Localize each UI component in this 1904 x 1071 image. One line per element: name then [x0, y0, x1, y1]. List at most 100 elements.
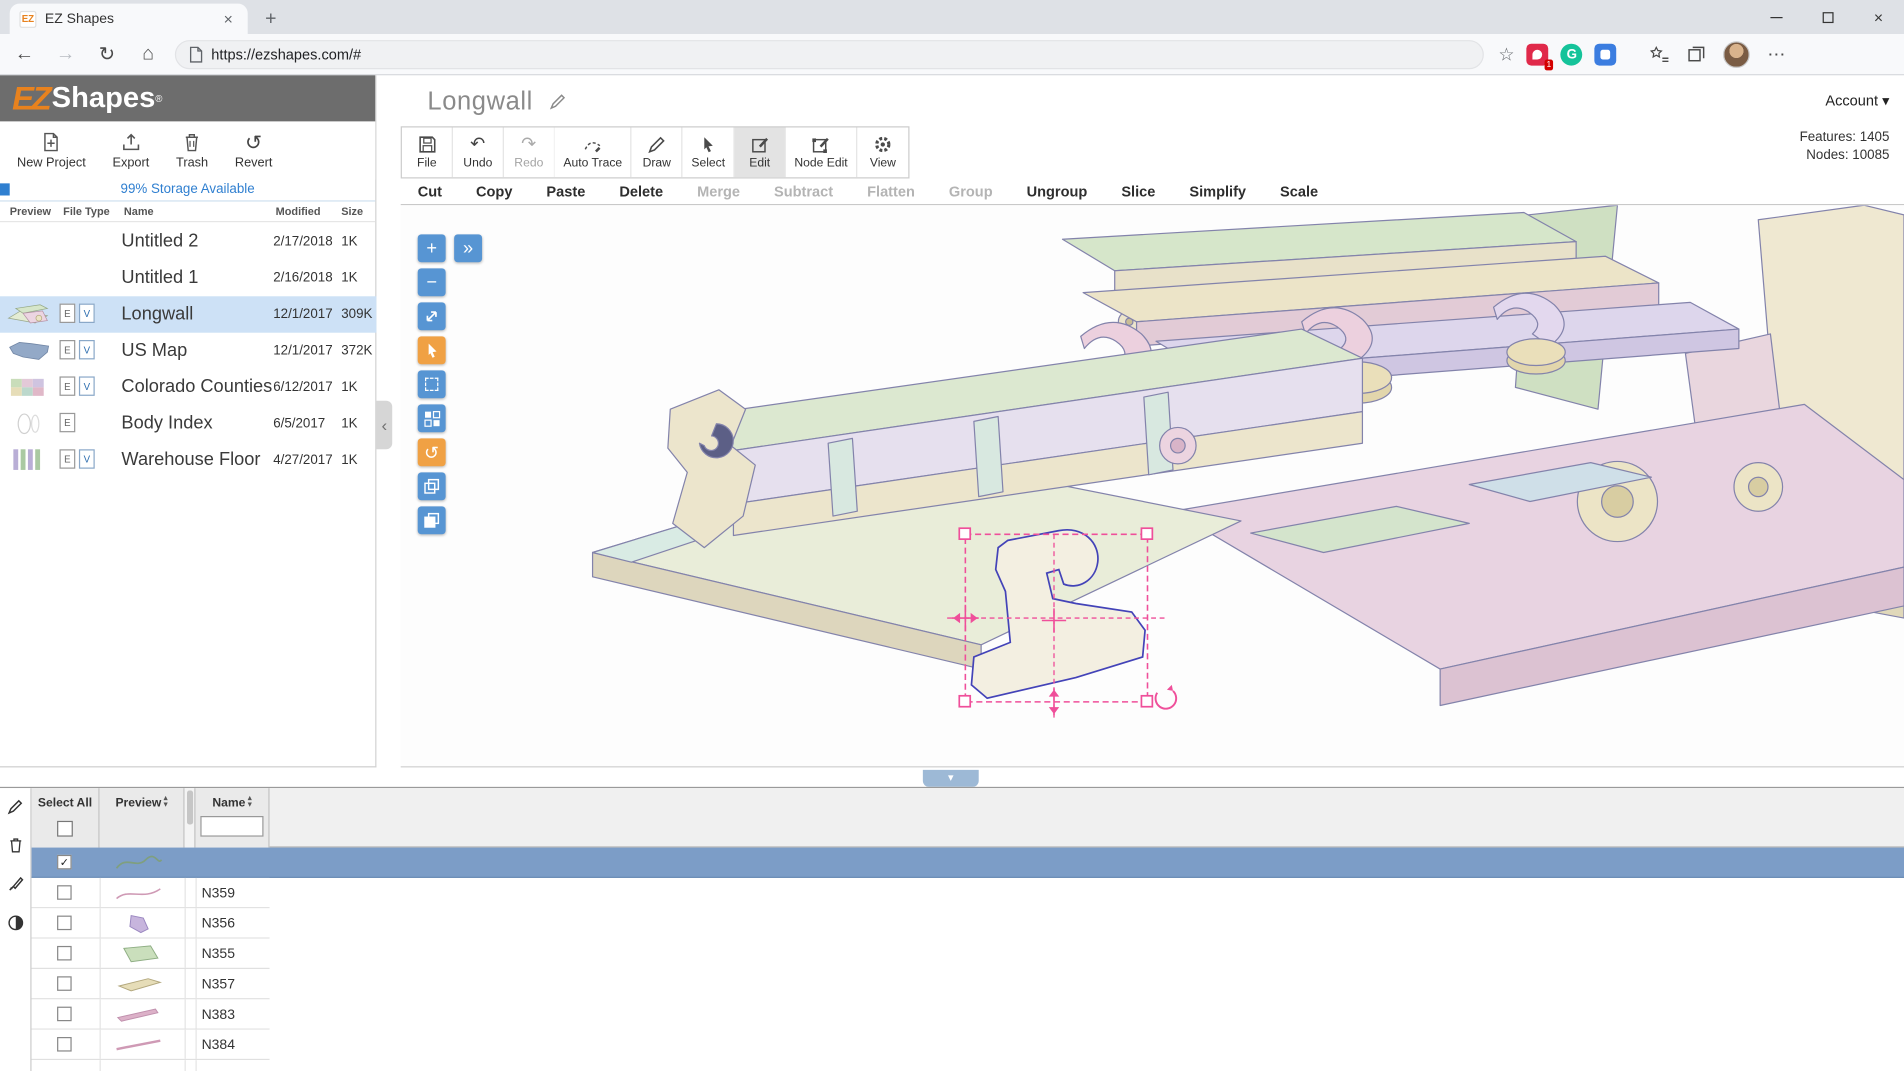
draw-button[interactable]: Draw — [632, 127, 683, 177]
adblock-extension-icon[interactable]: 1 — [1527, 43, 1549, 65]
zoom-out-button[interactable]: − — [418, 268, 446, 296]
row-checkbox[interactable]: ✓ — [57, 855, 72, 870]
file-type-v-icon: V — [79, 304, 95, 323]
logo-shapes-text: Shapes — [52, 81, 156, 115]
zoom-in-button[interactable]: + — [418, 234, 446, 262]
window-maximize-button[interactable] — [1802, 0, 1853, 34]
col-file-type[interactable]: File Type — [63, 205, 110, 217]
rename-project-button[interactable] — [549, 92, 567, 110]
feature-row[interactable]: N355 — [32, 939, 270, 969]
home-icon[interactable]: ⌂ — [131, 37, 165, 71]
row-checkbox[interactable] — [57, 946, 72, 961]
favorites-list-icon[interactable] — [1651, 44, 1670, 63]
feature-row-selected[interactable]: ✓ — [32, 848, 1904, 878]
name-filter-input[interactable] — [200, 816, 263, 837]
trash-button[interactable]: Trash — [176, 131, 208, 170]
file-row[interactable]: E Body Index 6/5/2017 1K — [0, 406, 376, 442]
file-row[interactable]: E V US Map 12/1/2017 372K — [0, 333, 376, 369]
bottom-panel-collapse-button[interactable]: ▾ — [923, 770, 979, 787]
paste-button[interactable]: Paste — [529, 183, 602, 200]
select-similar-button[interactable] — [418, 404, 446, 432]
export-button[interactable]: Export — [112, 131, 149, 170]
slice-button[interactable]: Slice — [1104, 183, 1172, 200]
extension-icon[interactable] — [1595, 43, 1617, 65]
app-logo: EZShapes® — [0, 75, 375, 121]
rotate-tool-button[interactable]: ↺ — [418, 438, 446, 466]
col-preview[interactable]: Preview — [10, 205, 51, 217]
new-tab-button[interactable]: + — [257, 6, 284, 33]
copy-button[interactable]: Copy — [459, 183, 529, 200]
fit-view-button[interactable] — [418, 302, 446, 330]
cut-button[interactable]: Cut — [401, 183, 459, 200]
profile-avatar[interactable] — [1724, 41, 1751, 68]
delete-feature-button[interactable] — [7, 837, 24, 854]
select-all-checkbox[interactable] — [57, 821, 73, 837]
delete-button[interactable]: Delete — [602, 183, 680, 200]
col-name[interactable]: Name — [124, 205, 154, 217]
contrast-button[interactable] — [7, 914, 24, 931]
revert-button[interactable]: ↺ Revert — [235, 132, 273, 170]
back-icon[interactable]: ← — [7, 37, 41, 71]
file-row[interactable]: E V Warehouse Floor 4/27/2017 1K — [0, 442, 376, 478]
feature-row[interactable]: N357 — [32, 969, 270, 999]
file-button[interactable]: File — [402, 127, 453, 177]
window-close-button[interactable]: × — [1853, 0, 1904, 34]
row-checkbox[interactable] — [57, 976, 72, 991]
window-minimize-button[interactable] — [1751, 0, 1802, 34]
document-stats: Features: 1405 Nodes: 10085 — [1800, 129, 1890, 165]
scrollbar-thumb[interactable] — [187, 790, 193, 824]
settings-more-icon[interactable]: ⋯ — [1767, 43, 1786, 65]
refresh-icon[interactable]: ↻ — [90, 37, 124, 71]
expand-icon — [423, 307, 441, 325]
col-size[interactable]: Size — [341, 205, 363, 217]
pointer-tool-button[interactable] — [418, 336, 446, 364]
marquee-select-button[interactable] — [418, 370, 446, 398]
file-row[interactable]: E V Colorado Counties 6/12/2017 1K — [0, 369, 376, 405]
bring-forward-button[interactable] — [418, 472, 446, 500]
feature-row-partial[interactable] — [32, 1060, 270, 1071]
file-row[interactable]: Untitled 1 2/16/2018 1K — [0, 260, 376, 296]
undo-button[interactable]: ↶ Undo — [453, 127, 504, 177]
page-info-icon[interactable] — [188, 46, 203, 63]
logo-registered-mark: ® — [155, 93, 162, 104]
group-button: Group — [932, 183, 1010, 200]
browser-tab[interactable]: EZ EZ Shapes × — [10, 4, 248, 34]
new-project-button[interactable]: New Project — [17, 131, 86, 170]
drawing-canvas[interactable]: + − ↺ » — [401, 205, 1904, 767]
scale-button[interactable]: Scale — [1263, 183, 1335, 200]
node-edit-button[interactable]: Node Edit — [786, 127, 858, 177]
edit-button[interactable]: Edit — [735, 127, 786, 177]
tab-close-icon[interactable]: × — [219, 9, 238, 28]
simplify-button[interactable]: Simplify — [1172, 183, 1263, 200]
sidebar-collapse-button[interactable]: ‹ — [376, 401, 392, 450]
list-scrollbar[interactable] — [185, 788, 196, 847]
favorite-star-icon[interactable]: ☆ — [1498, 43, 1514, 65]
row-checkbox[interactable] — [57, 885, 72, 900]
palette-expand-button[interactable]: » — [454, 234, 482, 262]
grammarly-extension-icon[interactable]: G — [1561, 43, 1583, 65]
send-backward-button[interactable] — [418, 506, 446, 534]
row-checkbox[interactable] — [57, 1037, 72, 1052]
view-button[interactable]: View — [857, 127, 908, 177]
row-checkbox[interactable] — [57, 916, 72, 931]
row-checkbox[interactable] — [57, 1007, 72, 1022]
canvas-tool-palette: + − ↺ — [418, 234, 446, 534]
file-row-selected[interactable]: E V Longwall 12/1/2017 309K — [0, 296, 376, 332]
url-text[interactable]: https://ezshapes.com/# — [211, 46, 361, 63]
file-row[interactable]: Untitled 2 2/17/2018 1K — [0, 223, 376, 259]
edit-feature-button[interactable] — [7, 798, 24, 815]
feature-row[interactable]: N383 — [32, 999, 270, 1029]
select-button[interactable]: Select — [683, 127, 735, 177]
file-type-e-icon: E — [59, 413, 75, 432]
preview-header[interactable]: Preview▴▾ — [100, 788, 185, 847]
address-bar[interactable]: https://ezshapes.com/# — [175, 39, 1484, 68]
col-modified[interactable]: Modified — [276, 205, 321, 217]
feature-row[interactable]: N384 — [32, 1030, 270, 1060]
auto-trace-button[interactable]: Auto Trace — [555, 127, 632, 177]
style-brush-button[interactable] — [7, 875, 24, 892]
ungroup-button[interactable]: Ungroup — [1010, 183, 1105, 200]
collections-icon[interactable] — [1687, 44, 1706, 63]
feature-row[interactable]: N356 — [32, 908, 270, 938]
account-menu-button[interactable]: Account ▾ — [1825, 92, 1889, 109]
feature-row[interactable]: N359 — [32, 878, 270, 908]
